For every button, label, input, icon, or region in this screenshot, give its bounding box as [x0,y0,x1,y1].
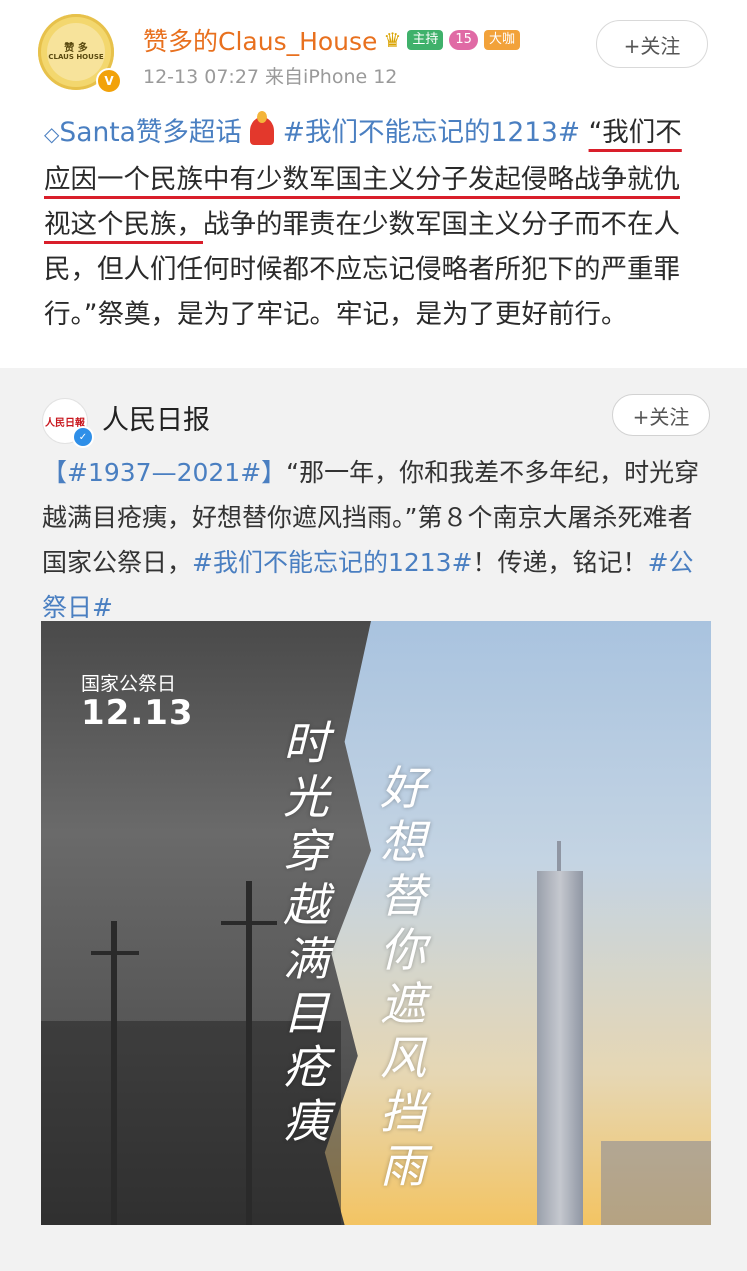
poster-city-skyline [601,1141,711,1225]
poster-pole [111,921,117,1225]
crown-icon: ♛ [383,28,402,52]
topic-link[interactable]: Santa赞多超话 [59,117,242,148]
vip-badge: 大咖 [483,30,520,50]
poster-calligraphy-left: 时光穿越满目疮痍 [283,716,329,1148]
poster-calligraphy-right: 好想替你遮风挡雨 [380,761,426,1193]
level-badge: 15 [449,30,478,50]
poster-pole-bar [221,921,277,925]
post-username[interactable]: 赞多的Claus_House ♛ 主持 15 大咖 [143,22,520,58]
poster-pole-bar [91,951,139,955]
post-body: ◇Santa赞多超话 #我们不能忘记的1213# “我们不应因一个民族中有少数军… [44,110,704,337]
poster-tower [537,871,583,1225]
reposted-card[interactable]: 人民日報 ✓ 人民日报 +关注 【#1937—2021#】“那一年，你和我差不多… [0,368,747,1271]
blue-verified-icon: ✓ [72,426,94,448]
avatar-subtext: CLAUS HOUSE [48,52,104,61]
poster-pole [246,881,252,1225]
diamond-icon: ◇ [44,122,60,146]
hashtag-1937[interactable]: 【#1937—2021#】 [42,458,286,487]
repost-body: 【#1937—2021#】“那一年，你和我差不多年纪，时光穿越满目疮痍，好想替你… [42,450,714,630]
repost-follow-button[interactable]: +关注 [612,394,710,436]
poster-date: 12.13 [81,693,194,733]
poster-label: 国家公祭日 [81,673,177,695]
repost-text-2: ！传递，铭记！ [472,548,648,577]
avatar-text: 赞 多 [64,42,88,54]
memorial-poster-image[interactable]: 国家公祭日 12.13 时光穿越满目疮痍 好想替你遮风挡雨 [41,621,711,1225]
hashtag-1213[interactable]: #我们不能忘记的1213# [192,548,473,577]
post-meta: 12-13 07:27 来自iPhone 12 [143,66,398,88]
fire-icon [250,111,275,145]
hashtag-link[interactable]: #我们不能忘记的1213# [283,117,580,148]
follow-button[interactable]: +关注 [596,20,708,68]
username-text: 赞多的Claus_House [143,27,378,56]
weibo-post: 赞 多 CLAUS HOUSE V 赞多的Claus_House ♛ 主持 15… [0,0,747,368]
repost-username[interactable]: 人民日报 [102,398,210,437]
host-badge: 主持 [407,30,444,50]
verified-icon: V [96,68,122,94]
